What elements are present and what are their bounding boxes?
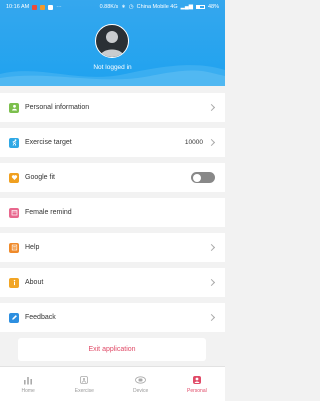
tab-personal[interactable]: Personal [169,367,225,401]
tab-label: Personal [187,388,207,394]
chevron-right-icon [207,103,216,112]
battery-percent: 48% [207,4,219,10]
user-silhouette-icon [100,31,124,57]
status-bar: 10:16 AM ··· 0.88K/s ∗ ◷ China Mobile 4G… [0,0,225,14]
tab-home[interactable]: Home [0,367,56,401]
status-time: 10:16 AM [6,4,30,10]
tab-label: Home [21,388,35,394]
header-wave [0,65,225,86]
google-fit-toggle[interactable] [191,172,215,183]
feedback-edit-icon [9,312,19,323]
female-calendar-icon [9,207,19,218]
exercise-icon [78,374,90,386]
tab-label: Device [132,388,149,394]
carrier-label: China Mobile 4G [136,4,178,10]
menu-label: Help [25,244,40,251]
running-icon [9,137,19,148]
tab-label: Exercise [74,388,94,394]
menu-item-personal-information[interactable]: Personal information [0,93,225,122]
menu-item-about[interactable]: About [0,268,225,297]
menu-label: Feedback [25,314,56,321]
notification-icon [40,4,46,10]
toggle-knob [192,173,201,182]
network-speed: 0.88K/s [99,4,119,10]
menu-item-female-remind[interactable]: Female remind [0,198,225,227]
band-icon [135,374,147,386]
menu-item-help[interactable]: Help [0,233,225,262]
bottom-tab-bar: Home Exercise Device Personal [0,366,225,401]
chevron-right-icon [207,243,216,252]
login-status[interactable]: Not logged in [0,64,225,71]
exercise-target-value: 10000 [184,139,203,146]
chevron-right-icon [207,138,216,147]
bar-chart-icon [22,374,34,386]
menu-label: Exercise target [25,139,72,146]
menu-item-feedback[interactable]: Feedback [0,303,225,332]
google-fit-icon [9,172,19,183]
signal-icon: ▂▄▆ [180,4,193,10]
menu-label: About [25,279,44,286]
menu-label: Personal information [25,104,90,111]
more-notifications-icon: ··· [56,4,62,10]
tab-device[interactable]: Device [113,367,169,401]
person-card-icon [9,102,19,113]
alarm-icon: ◷ [128,4,134,10]
chevron-right-icon [207,278,216,287]
notification-icon [48,4,54,10]
battery-icon [195,5,205,9]
menu-item-exercise-target[interactable]: Exercise target 10000 [0,128,225,157]
menu-label: Female remind [25,209,72,216]
notification-icon [32,4,38,10]
person-icon [191,374,203,386]
info-icon [9,277,19,288]
avatar[interactable] [95,24,129,58]
chevron-right-icon [207,313,216,322]
help-icon [9,242,19,253]
bluetooth-icon: ∗ [121,4,126,10]
tab-exercise[interactable]: Exercise [56,367,112,401]
menu-item-google-fit: Google fit [0,163,225,192]
exit-application-button[interactable]: Exit application [18,338,206,361]
menu-label: Google fit [25,174,55,181]
